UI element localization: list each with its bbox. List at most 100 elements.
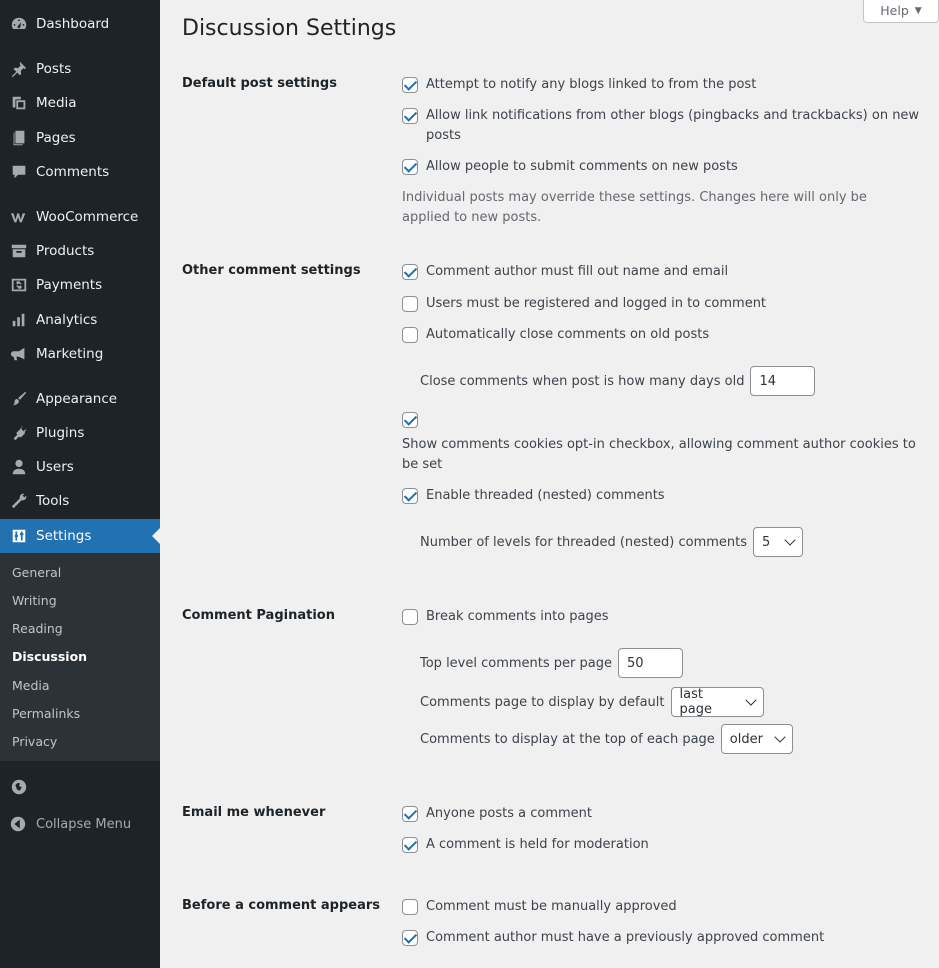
settings-submenu: General Writing Reading Discussion Media…: [0, 553, 160, 761]
option-notify-blogs: Attempt to notify any blogs linked to fr…: [402, 75, 922, 95]
thread-levels-label: Number of levels for threaded (nested) c…: [420, 534, 748, 550]
cookies-opt-in-checkbox[interactable]: [402, 412, 418, 428]
default-post-description: Individual posts may override these sett…: [402, 190, 867, 225]
chevron-down-icon: [745, 694, 757, 706]
default-page-value: last page: [679, 687, 712, 717]
sidebar-item-posts[interactable]: Posts: [0, 52, 160, 86]
comment-icon: [0, 163, 36, 181]
sidebar-item-label: Products: [36, 243, 95, 259]
option-label: Allow people to submit comments on new p…: [426, 159, 738, 174]
main-content: Help ▼ Discussion Settings Default post …: [160, 0, 939, 968]
submenu-item-reading[interactable]: Reading: [12, 621, 63, 636]
submenu-item-writing[interactable]: Writing: [12, 593, 57, 608]
option-pingbacks: Allow link notifications from other blog…: [402, 106, 922, 146]
collapse-icon: [0, 815, 36, 833]
plug-icon: [0, 424, 36, 442]
submenu-item-media[interactable]: Media: [12, 678, 50, 693]
default-page-row: Comments page to display by default last…: [420, 687, 764, 717]
section-label-default-post: Default post settings: [182, 76, 337, 91]
sidebar-item-appearance[interactable]: Appearance: [0, 382, 160, 416]
section-label-pagination: Comment Pagination: [182, 608, 335, 623]
sidebar-item-label: Media: [36, 95, 77, 111]
sidebar-item-settings[interactable]: Settings: [0, 519, 160, 553]
dollar-icon: [0, 276, 36, 294]
sidebar-item-dashboard[interactable]: Dashboard: [0, 7, 160, 41]
registration-required-checkbox[interactable]: [402, 296, 418, 312]
sidebar-item-label: Plugins: [36, 425, 85, 441]
chevron-down-icon: [784, 534, 796, 546]
paintbrush-icon: [0, 390, 36, 408]
sidebar-item-media[interactable]: Media: [0, 86, 160, 120]
section-label-other-comment: Other comment settings: [182, 263, 361, 278]
close-days-label: Close comments when post is how many day…: [420, 373, 745, 389]
sidebar-item-plugins[interactable]: Plugins: [0, 416, 160, 450]
sidebar-item-extra[interactable]: [0, 772, 160, 802]
option-label: Enable threaded (nested) comments: [426, 488, 665, 503]
sidebar-item-analytics[interactable]: Analytics: [0, 303, 160, 337]
close-old-comments-checkbox[interactable]: [402, 327, 418, 343]
thread-levels-select[interactable]: 5: [753, 527, 804, 557]
sidebar-item-label: Dashboard: [36, 16, 110, 32]
sidebar-item-users[interactable]: Users: [0, 450, 160, 484]
manual-approval-checkbox[interactable]: [402, 899, 418, 915]
per-page-label: Top level comments per page: [420, 655, 612, 671]
previously-approved-checkbox[interactable]: [402, 930, 418, 946]
option-email-any-comment: Anyone posts a comment: [402, 804, 922, 824]
sidebar-item-label: Payments: [36, 277, 103, 293]
sidebar-item-products[interactable]: Products: [0, 234, 160, 268]
top-order-select[interactable]: older: [720, 724, 793, 754]
submenu-item-privacy[interactable]: Privacy: [12, 734, 57, 749]
option-close-old-comments: Automatically close comments on old post…: [402, 325, 922, 345]
cookies-opt-in-label: Show comments cookies opt-in checkbox, a…: [402, 437, 916, 472]
sidebar-item-label: Settings: [36, 528, 92, 544]
sidebar-item-tools[interactable]: Tools: [0, 484, 160, 518]
submenu-item-discussion[interactable]: Discussion: [12, 649, 87, 664]
top-order-label: Comments to display at the top of each p…: [420, 731, 715, 747]
chevron-down-icon: [774, 731, 786, 743]
user-icon: [0, 458, 36, 476]
submenu-item-general[interactable]: General: [12, 565, 61, 580]
woocommerce-icon: [0, 208, 36, 226]
allow-comments-checkbox[interactable]: [402, 159, 418, 175]
pin-icon: [0, 60, 36, 78]
email-moderation-checkbox[interactable]: [402, 837, 418, 853]
sidebar-item-label: Tools: [36, 493, 70, 509]
option-label: Attempt to notify any blogs linked to fr…: [426, 77, 757, 92]
option-label: Automatically close comments on old post…: [426, 327, 710, 342]
break-pages-checkbox[interactable]: [402, 609, 418, 625]
section-label-before-appears: Before a comment appears: [182, 898, 381, 913]
sidebar-item-comments[interactable]: Comments: [0, 155, 160, 189]
sidebar-item-label: Appearance: [36, 391, 118, 407]
threaded-comments-checkbox[interactable]: [402, 488, 418, 504]
require-name-email-checkbox[interactable]: [402, 264, 418, 280]
option-label: Comment author must fill out name and em…: [426, 264, 729, 279]
collapse-menu-button[interactable]: Collapse Menu: [0, 812, 160, 836]
page-title: Discussion Settings: [182, 16, 397, 41]
option-email-moderation: A comment is held for moderation: [402, 835, 922, 855]
sidebar-item-pages[interactable]: Pages: [0, 121, 160, 155]
help-button[interactable]: Help ▼: [863, 0, 939, 23]
default-page-select[interactable]: last page: [670, 687, 764, 717]
sidebar-item-marketing[interactable]: Marketing: [0, 337, 160, 371]
sidebar-item-label: Pages: [36, 130, 76, 146]
archive-icon: [0, 242, 36, 260]
option-label: Comment must be manually approved: [426, 899, 677, 914]
per-page-input[interactable]: 50: [617, 648, 683, 678]
notify-blogs-checkbox[interactable]: [402, 77, 418, 93]
submenu-item-permalinks[interactable]: Permalinks: [12, 706, 80, 721]
wrench-icon: [0, 492, 36, 510]
option-require-name-email: Comment author must fill out name and em…: [402, 262, 922, 282]
sidebar-item-label: Marketing: [36, 346, 104, 362]
option-label: A comment is held for moderation: [426, 837, 649, 852]
pingbacks-checkbox[interactable]: [402, 108, 418, 124]
option-label: Users must be registered and logged in t…: [426, 296, 767, 311]
sidebar-item-payments[interactable]: Payments: [0, 268, 160, 302]
bar-chart-icon: [0, 311, 36, 329]
close-days-input[interactable]: 14: [750, 366, 816, 396]
collapse-menu-label: Collapse Menu: [36, 816, 132, 832]
default-page-label: Comments page to display by default: [420, 694, 665, 710]
option-cookies-checkbox-row: [402, 410, 922, 428]
help-label: Help: [880, 3, 909, 18]
email-any-comment-checkbox[interactable]: [402, 806, 418, 822]
sidebar-item-woocommerce[interactable]: WooCommerce: [0, 200, 160, 234]
